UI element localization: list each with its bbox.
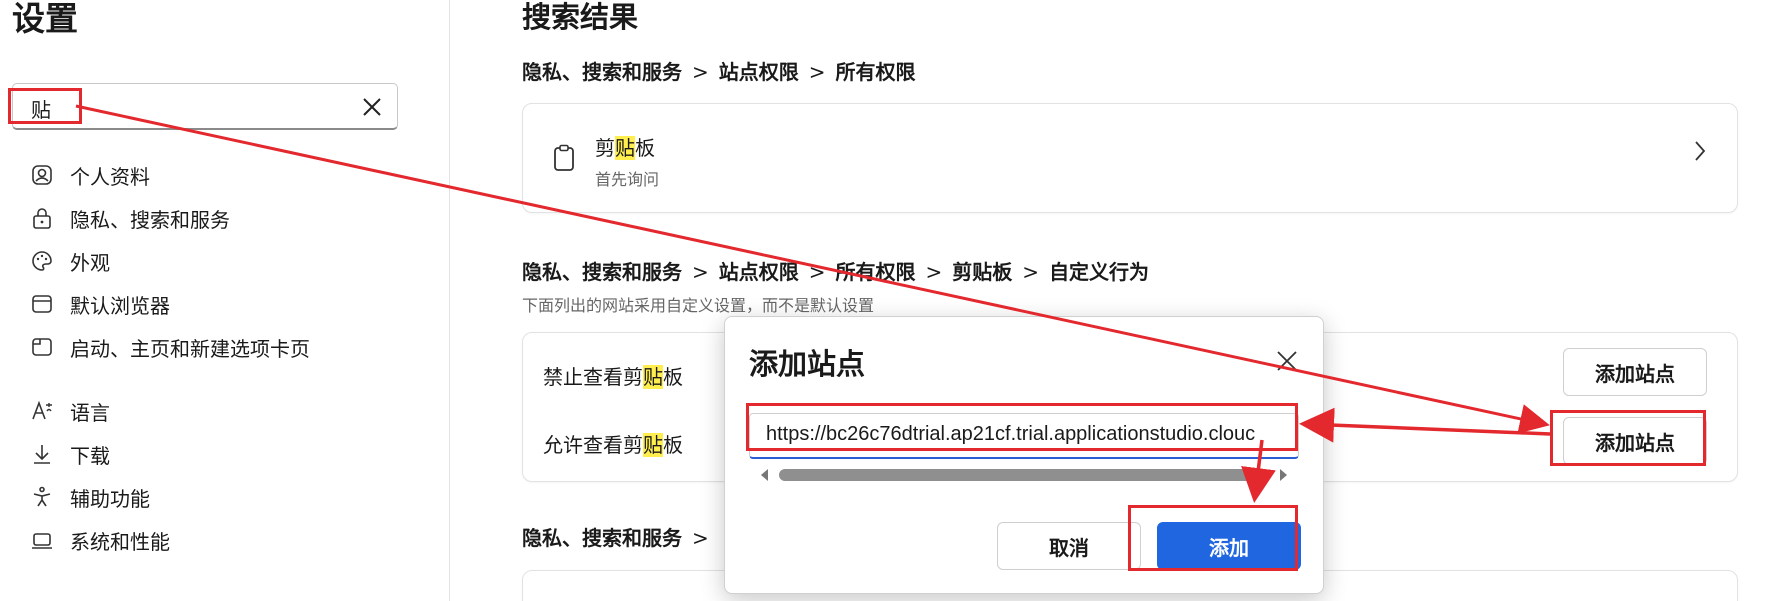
profile-icon — [32, 165, 52, 185]
breadcrumb: 隐私、搜索和服务 > — [522, 526, 709, 550]
close-icon[interactable] — [1275, 349, 1299, 373]
block-clipboard-label: 禁止查看剪贴板 — [543, 365, 683, 389]
sidebar-item-label: 辅助功能 — [70, 486, 150, 511]
breadcrumb: 隐私、搜索和服务 > 站点权限 > 所有权限 > 剪贴板 > 自定义行为 — [522, 260, 1150, 284]
accessibility-icon — [33, 486, 51, 507]
breadcrumb-item[interactable]: 所有权限 — [836, 260, 916, 284]
chevron-right-icon — [1695, 141, 1706, 161]
annotation-box — [746, 403, 1298, 451]
sidebar-item-downloads[interactable]: 下载 — [30, 437, 110, 471]
allow-clipboard-label: 允许查看剪贴板 — [543, 433, 683, 457]
breadcrumb-item[interactable]: 隐私、搜索和服务 — [522, 526, 682, 550]
clipboard-setting-card[interactable]: 剪贴板 首先询问 — [522, 103, 1738, 213]
language-icon — [32, 400, 52, 420]
sidebar-item-startup[interactable]: 启动、主页和新建选项卡页 — [30, 330, 310, 364]
add-site-button-block[interactable]: 添加站点 — [1563, 348, 1707, 396]
sidebar-item-label: 外观 — [70, 250, 110, 275]
palette-icon — [32, 251, 52, 271]
home-icon — [32, 338, 52, 356]
clipboard-icon — [554, 144, 574, 171]
section-description: 下面列出的网站采用自定义设置，而不是默认设置 — [522, 296, 875, 315]
browser-icon — [32, 295, 52, 313]
annotation-box — [1128, 505, 1298, 571]
sidebar-item-privacy[interactable]: 隐私、搜索和服务 — [30, 201, 230, 235]
breadcrumb-item[interactable]: 隐私、搜索和服务 — [522, 260, 682, 284]
sidebar-item-label: 系统和性能 — [70, 529, 170, 554]
clipboard-subtitle: 首先询问 — [595, 170, 660, 189]
sidebar-item-label: 隐私、搜索和服务 — [70, 207, 230, 232]
lock-icon — [33, 208, 51, 229]
page-title: 搜索结果 — [522, 0, 639, 34]
sidebar-item-system[interactable]: 系统和性能 — [30, 523, 170, 557]
cancel-button[interactable]: 取消 — [997, 522, 1141, 570]
laptop-icon — [32, 533, 52, 549]
sidebar-item-default-browser[interactable]: 默认浏览器 — [30, 287, 170, 321]
annotation-box — [1550, 410, 1706, 466]
horizontal-scrollbar[interactable] — [749, 463, 1299, 487]
sidebar-item-accessibility[interactable]: 辅助功能 — [30, 480, 150, 514]
annotation-box — [8, 88, 82, 124]
sidebar-item-label: 默认浏览器 — [70, 293, 170, 318]
scrollbar-thumb[interactable] — [779, 469, 1265, 481]
sidebar-item-label: 个人资料 — [70, 164, 150, 189]
breadcrumb-item[interactable]: 所有权限 — [836, 60, 916, 84]
scroll-left-icon[interactable] — [759, 468, 769, 482]
breadcrumb-item[interactable]: 隐私、搜索和服务 — [522, 60, 682, 84]
sidebar-item-label: 启动、主页和新建选项卡页 — [70, 336, 310, 361]
sidebar-title: 设置 — [12, 0, 78, 38]
sidebar-item-label: 语言 — [70, 400, 110, 425]
sidebar-item-appearance[interactable]: 外观 — [30, 244, 110, 278]
breadcrumb-item[interactable]: 剪贴板 — [952, 260, 1012, 284]
close-icon[interactable] — [361, 96, 383, 118]
dialog-title: 添加站点 — [749, 347, 866, 381]
scroll-right-icon[interactable] — [1279, 468, 1289, 482]
breadcrumb-item[interactable]: 站点权限 — [719, 260, 799, 284]
clipboard-title: 剪贴板 — [595, 136, 655, 160]
breadcrumb: 隐私、搜索和服务 > 站点权限 > 所有权限 — [522, 60, 916, 84]
sidebar-item-profile[interactable]: 个人资料 — [30, 158, 150, 192]
breadcrumb-item[interactable]: 自定义行为 — [1049, 260, 1149, 284]
sidebar-item-language[interactable]: 语言 — [30, 394, 110, 428]
download-icon — [34, 445, 50, 464]
sidebar-item-label: 下载 — [70, 443, 110, 468]
breadcrumb-item[interactable]: 站点权限 — [719, 60, 799, 84]
